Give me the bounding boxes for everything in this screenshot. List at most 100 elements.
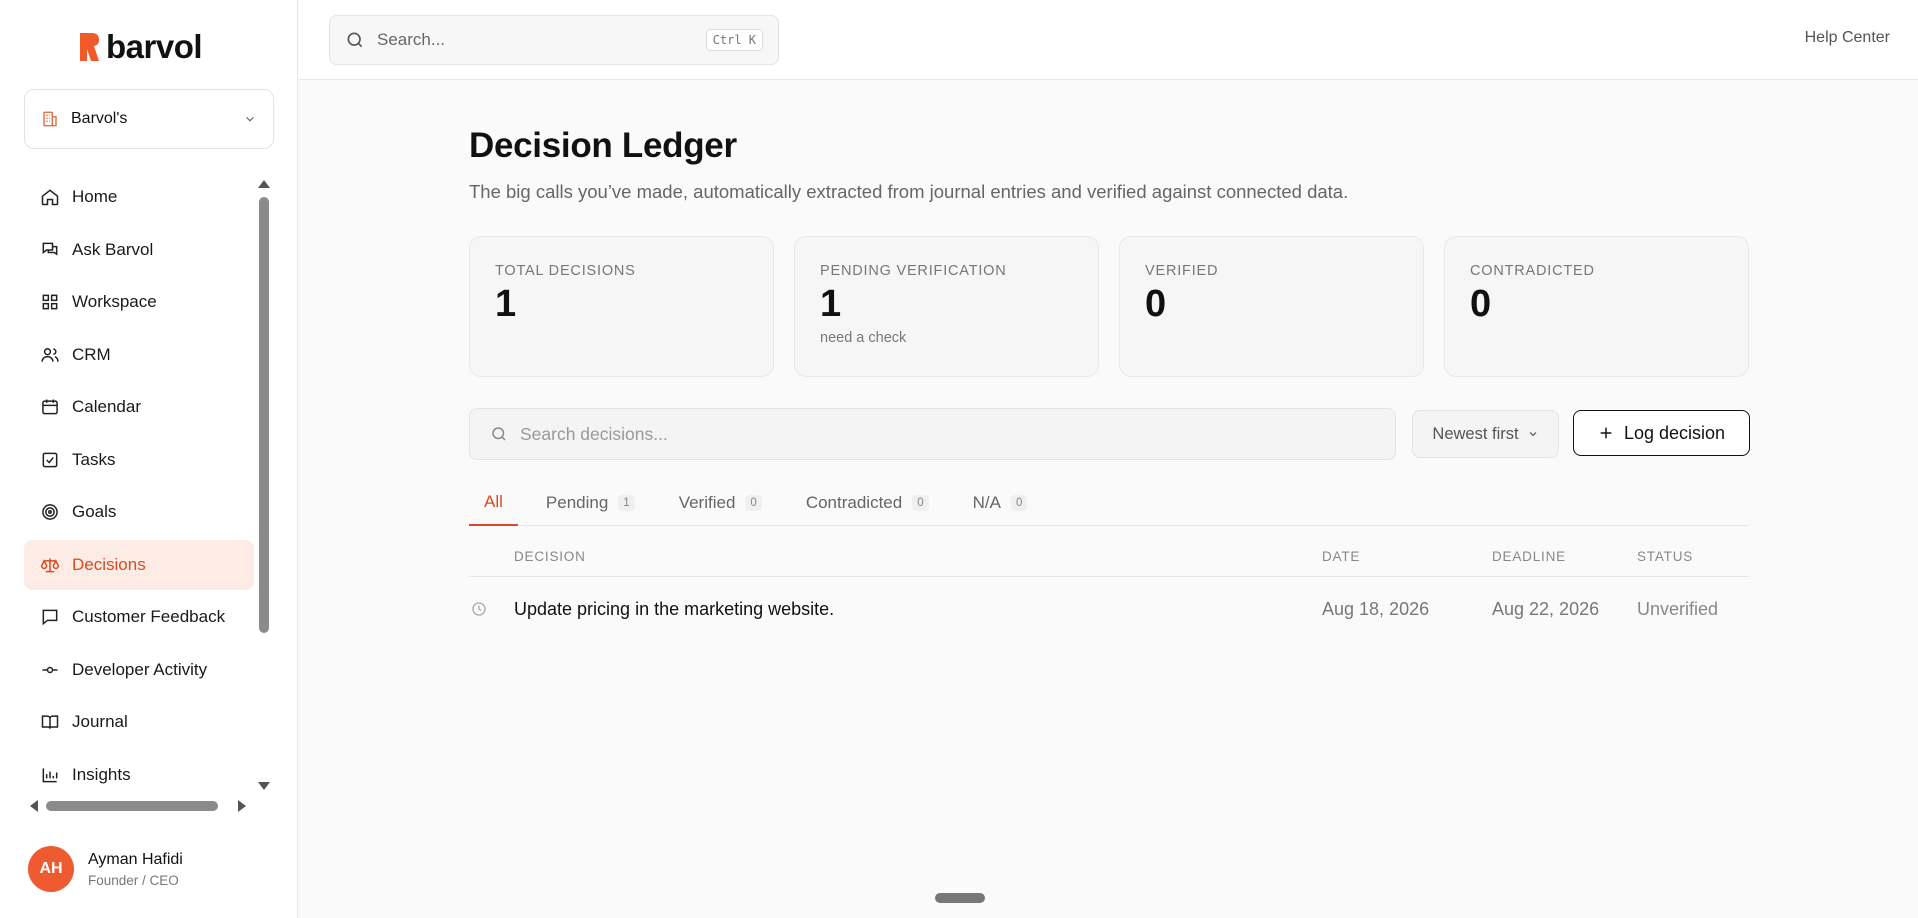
tab-count-badge: 1 [618, 495, 635, 511]
org-name: Barvol's [71, 110, 128, 127]
sidebar-item-insights[interactable]: Insights [24, 750, 254, 800]
tab-label: N/A [972, 493, 1001, 512]
page-subtitle: The big calls you’ve made, automatically… [469, 181, 1349, 202]
topbar: Search... Ctrl K Help Center [299, 0, 1918, 80]
search-icon [347, 32, 363, 48]
tab-count-badge: 0 [745, 495, 762, 511]
tab-label: Pending [545, 493, 609, 512]
sidebar-item-label: Customer Feedback [72, 607, 226, 626]
vertical-scrollbar-thumb[interactable] [259, 197, 269, 633]
filter-bar: Search decisions... Newest first Log dec… [469, 408, 1750, 460]
table-header: DECISION DATE DEADLINE STATUS [469, 537, 1749, 577]
avatar: AH [28, 846, 74, 892]
sidebar-item-tasks[interactable]: Tasks [24, 435, 254, 485]
sidebar-item-label: Tasks [72, 449, 116, 469]
message-square-icon [42, 609, 58, 626]
stat-card-contradicted: CONTRADICTED 0 [1444, 236, 1749, 377]
sidebar-item-workspace[interactable]: Workspace [24, 277, 254, 327]
sidebar-item-label: Calendar [72, 397, 141, 416]
target-icon [42, 504, 58, 520]
stat-label: VERIFIED [1145, 263, 1219, 279]
scroll-down-arrow[interactable] [258, 782, 270, 790]
stat-note: need a check [820, 330, 907, 346]
tab-all[interactable]: All [469, 480, 518, 526]
scroll-up-arrow[interactable] [258, 180, 270, 188]
barvol-logo-icon [80, 33, 99, 61]
sidebar-item-ask-barvol[interactable]: Ask Barvol [24, 225, 254, 275]
bar-chart-icon [42, 767, 58, 782]
user-name: Ayman Hafidi [88, 850, 183, 868]
sidebar-item-decisions[interactable]: Decisions [24, 539, 254, 590]
tab-count-badge: 0 [912, 495, 929, 511]
chat-icon [42, 242, 58, 256]
stat-label: CONTRADICTED [1470, 263, 1595, 279]
log-decision-label: Log decision [1623, 422, 1726, 443]
resize-handle[interactable] [935, 893, 985, 903]
checkbox-icon [42, 452, 58, 467]
user-profile[interactable]: AH Ayman Hafidi Founder / CEO [28, 846, 183, 892]
sort-dropdown[interactable]: Newest first [1412, 410, 1559, 458]
column-header-decision[interactable]: DECISION [514, 549, 586, 564]
stat-card-verified: VERIFIED 0 [1119, 236, 1424, 377]
chevron-down-icon [1529, 432, 1537, 437]
sidebar-item-label: Decisions [72, 554, 146, 574]
table-row[interactable]: Update pricing in the marketing website.… [469, 577, 1749, 643]
decision-text: Update pricing in the marketing website. [514, 599, 835, 619]
column-header-deadline[interactable]: DEADLINE [1492, 549, 1566, 564]
tab-count-badge: 0 [1010, 495, 1028, 511]
user-role: Founder / CEO [88, 872, 179, 888]
home-icon [41, 189, 59, 206]
sidebar-item-label: CRM [72, 344, 111, 364]
calendar-icon [42, 399, 58, 415]
clock-icon [472, 602, 486, 616]
log-decision-button[interactable]: Log decision [1573, 410, 1750, 456]
tab-na[interactable]: N/A 0 [957, 480, 1044, 526]
tab-label: Verified [678, 493, 736, 512]
scroll-left-arrow[interactable] [30, 800, 38, 812]
stat-value: 0 [1470, 283, 1492, 325]
stat-value: 1 [495, 283, 517, 325]
sidebar-item-customer-feedback[interactable]: Customer Feedback [24, 592, 254, 642]
users-icon [41, 347, 59, 362]
sidebar-item-journal[interactable]: Journal [24, 697, 254, 747]
decision-date: Aug 18, 2026 [1322, 599, 1430, 619]
sidebar-item-label: Journal [72, 712, 128, 731]
horizontal-scrollbar-thumb[interactable] [46, 801, 218, 811]
page-title: Decision Ledger [469, 126, 737, 165]
org-switcher[interactable]: Barvol's [24, 89, 274, 149]
stats-row: TOTAL DECISIONS 1 PENDING VERIFICATION 1… [469, 236, 1749, 377]
stat-value: 0 [1145, 283, 1167, 325]
tab-label: All [484, 492, 503, 511]
stat-card-total: TOTAL DECISIONS 1 [469, 236, 774, 377]
tab-label: Contradicted [805, 493, 903, 512]
scroll-right-arrow[interactable] [238, 800, 246, 812]
building-icon [43, 111, 57, 127]
column-header-status[interactable]: STATUS [1637, 549, 1693, 564]
column-header-date[interactable]: DATE [1322, 549, 1360, 564]
global-search-input[interactable]: Search... Ctrl K [329, 15, 779, 65]
tab-verified[interactable]: Verified 0 [663, 480, 778, 526]
grid-icon [42, 294, 58, 310]
sidebar-nav: Home Ask Barvol Workspace CRM Calendar T… [24, 172, 254, 802]
plus-icon [1600, 427, 1612, 439]
decision-search-input[interactable]: Search decisions... [469, 408, 1396, 460]
help-center-link[interactable]: Help Center [1805, 29, 1890, 47]
chevron-down-icon [246, 116, 254, 122]
scale-icon [40, 557, 60, 572]
sidebar: barvol Barvol's Home Ask Barvol Workspac… [0, 0, 298, 918]
commit-icon [42, 666, 58, 673]
status-badge: Unverified [1637, 599, 1719, 619]
sort-label: Newest first [1432, 424, 1519, 443]
tab-pending[interactable]: Pending 1 [530, 480, 651, 526]
tab-contradicted[interactable]: Contradicted 0 [790, 480, 945, 526]
sidebar-item-goals[interactable]: Goals [24, 487, 254, 537]
sidebar-item-label: Ask Barvol [72, 239, 154, 259]
sidebar-item-crm[interactable]: CRM [24, 330, 254, 380]
sidebar-item-label: Goals [72, 502, 117, 521]
book-icon [41, 715, 59, 729]
sidebar-item-developer-activity[interactable]: Developer Activity [24, 645, 254, 695]
brand-logo[interactable]: barvol [78, 28, 203, 66]
sidebar-item-calendar[interactable]: Calendar [24, 382, 254, 432]
sidebar-item-home[interactable]: Home [24, 172, 254, 222]
sidebar-item-label: Workspace [72, 292, 157, 311]
